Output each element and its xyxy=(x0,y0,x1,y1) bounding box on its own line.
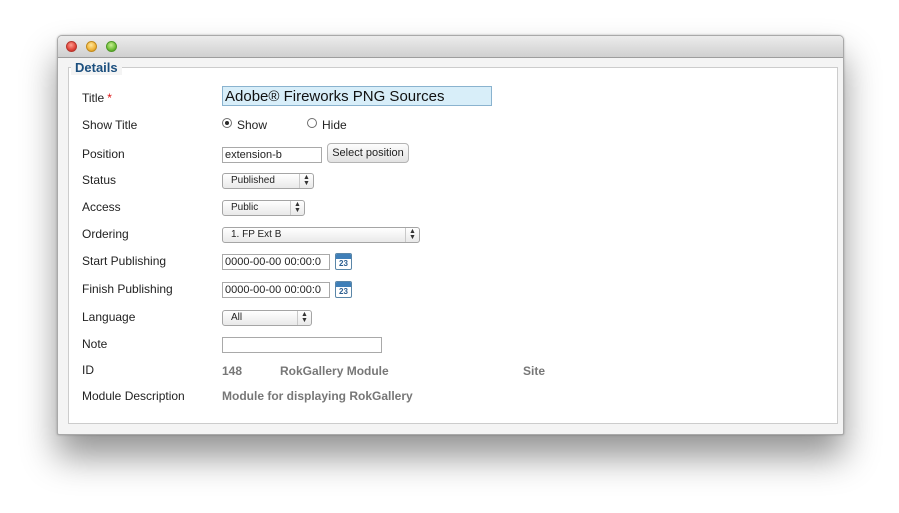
status-label: Status xyxy=(82,173,117,187)
start-publishing-label: Start Publishing xyxy=(82,254,167,268)
show-title-hide-label[interactable]: Hide xyxy=(322,118,347,132)
start-publishing-input[interactable]: 0000-00-00 00:00:0 xyxy=(222,254,330,270)
title-label: Title * xyxy=(82,91,112,105)
id-label: ID xyxy=(82,363,94,377)
show-title-show-radio[interactable] xyxy=(222,118,232,128)
finish-publishing-input[interactable]: 0000-00-00 00:00:0 xyxy=(222,282,330,298)
ordering-select[interactable]: 1. FP Ext B ▲ ▼ xyxy=(222,227,420,243)
calendar-icon-number: 23 xyxy=(339,259,348,268)
select-arrows-icon: ▲ ▼ xyxy=(297,311,311,325)
close-window-button[interactable] xyxy=(66,41,77,52)
position-input[interactable]: extension-b xyxy=(222,147,322,163)
access-select-value: Public xyxy=(231,202,259,213)
note-input[interactable] xyxy=(222,337,382,353)
details-legend: Details xyxy=(71,60,122,75)
access-label: Access xyxy=(82,200,121,214)
calendar-icon[interactable]: 23 xyxy=(335,281,352,298)
finish-publishing-label: Finish Publishing xyxy=(82,282,173,296)
module-description-label: Module Description xyxy=(82,389,185,403)
zoom-window-button[interactable] xyxy=(106,41,117,52)
ordering-label: Ordering xyxy=(82,227,129,241)
select-arrows-icon: ▲ ▼ xyxy=(290,201,304,215)
language-label: Language xyxy=(82,310,136,324)
show-title-label: Show Title xyxy=(82,118,138,132)
module-type-value: RokGallery Module xyxy=(280,364,389,378)
module-client-value: Site xyxy=(523,364,546,378)
show-title-hide-radio[interactable] xyxy=(307,118,317,128)
note-label: Note xyxy=(82,337,108,351)
position-label: Position xyxy=(82,147,125,161)
status-select-value: Published xyxy=(231,175,275,186)
select-position-button[interactable]: Select position xyxy=(327,143,409,163)
language-select-value: All xyxy=(231,312,243,323)
ordering-select-value: 1. FP Ext B xyxy=(231,229,282,240)
title-input[interactable]: Adobe® Fireworks PNG Sources xyxy=(222,86,492,106)
module-description-value: Module for displaying RokGallery xyxy=(222,389,413,403)
required-marker: * xyxy=(107,91,112,105)
status-select[interactable]: Published ▲ ▼ xyxy=(222,173,314,189)
details-fieldset xyxy=(68,67,838,424)
language-select[interactable]: All ▲ ▼ xyxy=(222,310,312,326)
calendar-icon-number: 23 xyxy=(339,287,348,296)
select-arrows-icon: ▲ ▼ xyxy=(299,174,313,188)
show-title-show-label[interactable]: Show xyxy=(237,118,267,132)
module-id-value: 148 xyxy=(222,364,243,378)
window: Details Title * Adobe® Fireworks PNG Sour… xyxy=(57,35,844,435)
window-titlebar[interactable] xyxy=(58,36,843,58)
select-arrows-icon: ▲ ▼ xyxy=(405,228,419,242)
minimize-window-button[interactable] xyxy=(86,41,97,52)
access-select[interactable]: Public ▲ ▼ xyxy=(222,200,305,216)
title-label-text: Title xyxy=(82,91,105,105)
calendar-icon[interactable]: 23 xyxy=(335,253,352,270)
